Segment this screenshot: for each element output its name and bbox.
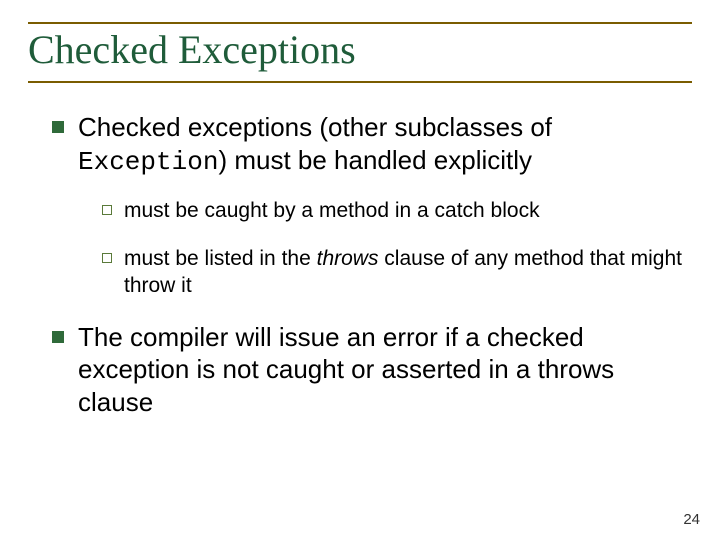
bullet-text: The compiler will issue an error if a ch… [78, 321, 692, 419]
square-bullet-icon [52, 121, 64, 133]
sub-bullet-text: must be caught by a method in a catch bl… [124, 198, 540, 224]
sub-bullet-group: must be caught by a method in a catch bl… [102, 198, 692, 299]
text-fragment: ) must be handled explicitly [218, 145, 532, 175]
hollow-square-bullet-icon [102, 205, 112, 215]
bullet-level2: must be caught by a method in a catch bl… [102, 198, 692, 224]
page-number: 24 [683, 511, 700, 528]
bullet-level1: The compiler will issue an error if a ch… [52, 321, 692, 419]
slide-title: Checked Exceptions [28, 26, 692, 73]
text-fragment: must be listed in the [124, 247, 317, 270]
sub-bullet-text: must be listed in the throws clause of a… [124, 246, 692, 299]
bullet-level2: must be listed in the throws clause of a… [102, 246, 692, 299]
code-fragment: Exception [78, 147, 218, 177]
title-bar: Checked Exceptions [28, 22, 692, 83]
bullet-level1: Checked exceptions (other subclasses of … [52, 111, 692, 178]
text-fragment: Checked exceptions (other subclasses of [78, 112, 552, 142]
square-bullet-icon [52, 331, 64, 343]
bullet-text: Checked exceptions (other subclasses of … [78, 111, 692, 178]
italic-fragment: throws [317, 247, 379, 270]
hollow-square-bullet-icon [102, 253, 112, 263]
